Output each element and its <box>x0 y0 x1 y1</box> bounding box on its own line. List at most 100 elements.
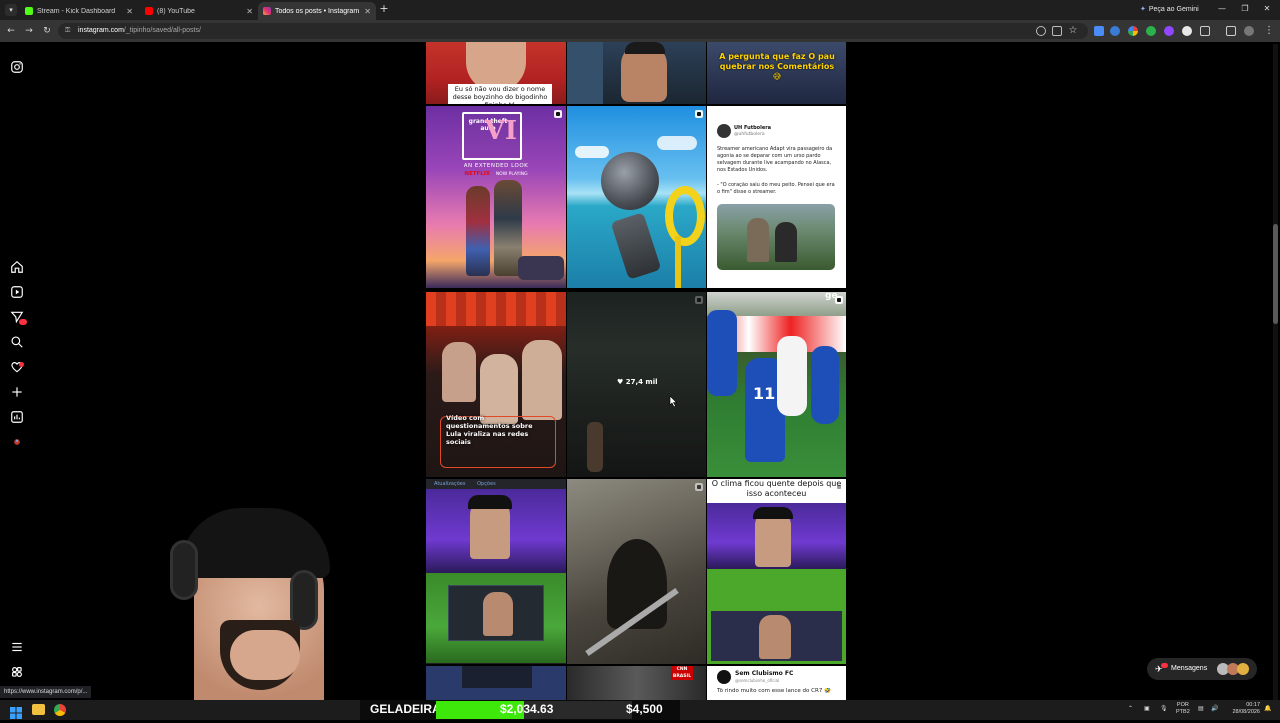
create-plus-icon[interactable] <box>10 385 24 399</box>
webcam-overlay <box>150 500 370 700</box>
gta-logo: grand theft auto VI <box>462 112 522 160</box>
post-tile-gta[interactable]: grand theft auto VI AN EXTENDED LOOK NET… <box>426 106 566 288</box>
url-host: instagram.com <box>78 27 124 34</box>
profile-avatar-icon[interactable] <box>1244 26 1254 36</box>
close-icon[interactable]: ✕ <box>364 7 371 16</box>
chrome-menu-icon[interactable]: ⋮ <box>1262 24 1276 38</box>
also-from-meta-icon[interactable] <box>10 665 24 679</box>
cap-shape <box>468 495 512 509</box>
volume-icon[interactable]: 🔊 <box>1211 705 1218 712</box>
site-info-icon[interactable]: ⚿ <box>65 23 70 39</box>
post-tile-stream-clip[interactable]: Atualizações Opções <box>426 479 566 664</box>
netflix-logo: NETFLIX <box>464 171 491 177</box>
red-banner <box>426 292 566 326</box>
minimize-icon[interactable]: — <box>1216 4 1228 13</box>
address-bar[interactable]: ⚿ instagram.com/_tipinho/saved/all-posts… <box>58 23 1088 39</box>
scrollbar-thumb[interactable] <box>1273 224 1278 324</box>
tweet-body: Streamer americano Adapt vira passageiro… <box>717 146 833 173</box>
notifications-bell-icon[interactable]: 🔔 <box>1264 705 1271 712</box>
avatar <box>717 670 731 684</box>
post-tile[interactable]: CNN BRASIL <box>567 666 706 700</box>
post-tile-cave[interactable] <box>567 479 706 664</box>
person-figure <box>483 592 513 636</box>
gemini-button[interactable]: ✦ Peça ao Gemini <box>1134 3 1205 17</box>
extension-blue-icon[interactable] <box>1110 26 1120 36</box>
cap-shape <box>180 508 330 578</box>
language-code: POR <box>1176 702 1189 708</box>
post-tile-clima[interactable]: O clima ficou quente depois que isso aco… <box>707 479 846 664</box>
tweet-image <box>717 204 835 270</box>
extension-shield-icon[interactable] <box>1094 26 1104 36</box>
post-tile-tweet[interactable]: UH Futbolera @uhfutbolera Streamer ameri… <box>707 106 846 288</box>
facecam-box <box>711 611 842 661</box>
person-figure <box>522 340 562 420</box>
cloud-shape <box>575 146 609 158</box>
close-icon[interactable]: ✕ <box>246 7 253 16</box>
reload-icon[interactable]: ↻ <box>40 24 54 38</box>
golden-ring <box>665 186 705 246</box>
keyboard-language[interactable]: POR PTB2 <box>1176 702 1190 716</box>
post-caption: A pergunta que faz O pau quebrar nos Com… <box>719 52 835 81</box>
tab-instagram[interactable]: Todos os posts • Instagram ✕ <box>258 2 376 20</box>
cloud-shape <box>657 136 697 150</box>
goal-target-amount: $4,500 <box>626 702 663 716</box>
home-icon[interactable] <box>10 260 24 274</box>
more-menu-icon[interactable] <box>10 640 24 654</box>
extension-twitch-icon[interactable] <box>1164 26 1174 36</box>
microphone-icon[interactable]: 🎙 <box>1160 705 1168 712</box>
post-tile-valley[interactable]: ♥ 27,4 mil <box>567 292 706 477</box>
person-figure <box>747 218 769 262</box>
new-tab-button[interactable]: + <box>378 3 390 15</box>
tray-chevron-icon[interactable]: ⌃ <box>1128 705 1133 712</box>
post-tile[interactable]: Eu só não vou dizer o nome desse boyzinh… <box>426 42 566 104</box>
goal-current-amount: $2,034.63 <box>500 702 554 716</box>
clock[interactable]: 00:17 28/08/2026 <box>1228 702 1260 716</box>
back-icon[interactable]: ← <box>4 24 18 38</box>
gemini-label: Peça ao Gemini <box>1148 6 1199 13</box>
like-count: 27,4 mil <box>625 378 658 386</box>
like-count-overlay: ♥ 27,4 mil <box>617 378 661 386</box>
extension-green-icon[interactable] <box>1146 26 1156 36</box>
url-path: /_tipinho/saved/all-posts/ <box>123 27 201 34</box>
post-tile[interactable] <box>426 666 566 700</box>
avatar <box>717 124 731 138</box>
zoom-icon[interactable] <box>1036 26 1046 36</box>
close-icon[interactable]: ✕ <box>126 7 133 16</box>
person-figure <box>775 222 797 262</box>
extension-google-icon[interactable] <box>1128 26 1138 36</box>
tab-youtube[interactable]: (8) YouTube ✕ <box>140 2 258 20</box>
post-tile[interactable]: A pergunta que faz O pau quebrar nos Com… <box>707 42 846 104</box>
chrome-icon[interactable] <box>54 704 66 716</box>
page-scrollbar[interactable] <box>1273 44 1278 700</box>
windows-start-icon[interactable] <box>10 704 22 719</box>
extensions-puzzle-icon[interactable] <box>1200 26 1210 36</box>
instagram-logo-icon[interactable] <box>10 60 24 74</box>
tab-search-icon[interactable]: ▾ <box>5 4 17 16</box>
post-caption: Vídeo com questionamentos sobre Lula vir… <box>446 414 533 446</box>
post-tile-sem-clubismo[interactable]: Sem Clubismo FC @semclubismo_oficial Tô … <box>707 666 846 700</box>
cast-icon[interactable] <box>1052 26 1062 36</box>
restore-icon[interactable]: ❐ <box>1239 4 1251 13</box>
gta-subtitle: AN EXTENDED LOOK <box>463 163 529 169</box>
sidepanel-icon[interactable] <box>1226 26 1236 36</box>
network-icon[interactable]: ▤ <box>1198 705 1204 712</box>
bookmark-star-icon[interactable]: ☆ <box>1066 24 1080 38</box>
goal-label: GELADEIRA <box>370 702 441 716</box>
dashboard-icon[interactable] <box>10 410 24 424</box>
window-close-icon[interactable]: ✕ <box>1261 4 1273 13</box>
post-tile-rocket-league[interactable] <box>567 106 706 288</box>
forward-icon[interactable]: → <box>22 24 36 38</box>
search-icon[interactable] <box>10 335 24 349</box>
car-shape <box>518 256 564 280</box>
profile-avatar[interactable] <box>10 435 24 449</box>
post-tile-lula[interactable]: Vídeo com questionamentos sobre Lula vir… <box>426 292 566 477</box>
messages-button[interactable]: ✈ Mensagens <box>1147 658 1257 680</box>
extension-white-icon[interactable] <box>1182 26 1192 36</box>
tab-kick-dashboard[interactable]: Stream - Kick Dashboard ✕ <box>20 2 138 20</box>
post-tile-soccer[interactable]: ge 11 <box>707 292 846 477</box>
reels-icon[interactable] <box>10 285 24 299</box>
file-explorer-icon[interactable] <box>32 704 45 715</box>
gta-roman-numeral: VI <box>484 116 517 146</box>
post-tile[interactable] <box>567 42 706 104</box>
tray-app-icon[interactable]: ▣ <box>1144 705 1150 712</box>
